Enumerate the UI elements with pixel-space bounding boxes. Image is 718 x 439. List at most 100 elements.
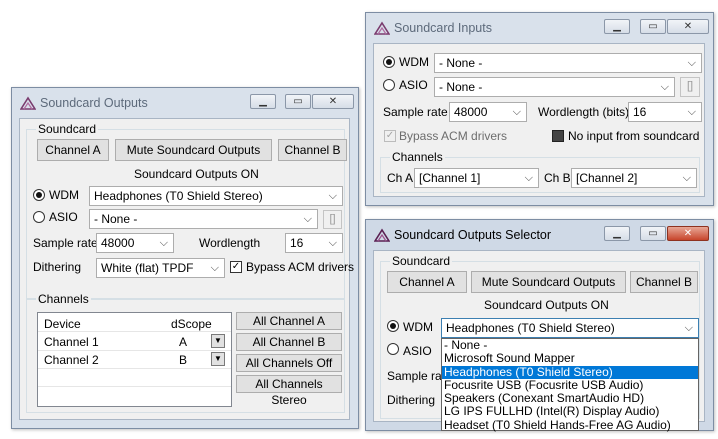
bypass-acm-checkbox[interactable]: ✓ [384,130,396,142]
maximize-button[interactable]: ▭ [285,94,311,109]
chevron-down-icon: ⌵ [524,172,533,184]
all-channel-b-button[interactable]: All Channel B [236,333,342,351]
asio-radio[interactable] [33,211,45,223]
outputs-status: Soundcard Outputs ON [134,167,259,181]
asio-label: ASIO [403,344,432,358]
chevron-down-icon: ⌵ [303,213,312,225]
asio-radio[interactable] [383,79,395,91]
wdm-device-select[interactable]: Headphones (T0 Shield Stereo) ⌵ [441,318,699,338]
chevron-down-icon: ⌵ [684,322,693,334]
dithering-select[interactable]: White (flat) TPDF ⌵ [96,258,225,278]
title-bar[interactable]: Soundcard Outputs ▁ ▭ ✕ [12,88,358,118]
sample-rate-select[interactable]: 48000 ⌵ [449,102,527,122]
close-button[interactable]: ✕ [667,226,709,241]
all-channels-stereo-button[interactable]: All Channels Stereo [236,375,342,407]
radio-checked-dot [386,59,392,65]
wordlength-select[interactable]: 16 ⌵ [628,102,702,122]
channels-group-title: Channels [36,292,91,306]
wdm-device-value: - None - [439,56,483,70]
chevron-down-icon: ⌵ [660,81,669,93]
asio-device-select[interactable]: - None - ⌵ [89,209,318,229]
mute-outputs-button[interactable]: Mute Soundcard Outputs [471,271,626,293]
maximize-icon: ▭ [648,21,658,32]
cha-select[interactable]: [Channel 1] ⌵ [414,168,539,188]
chevron-down-icon: ⌵ [159,237,168,249]
soundcard-inputs-window: Soundcard Inputs ▁ ▭ ✕ WDM - None - ⌵ ASI… [365,12,714,206]
chevron-down-icon: ⌵ [210,262,219,274]
dropdown-option[interactable]: Microsoft Sound Mapper [442,352,698,365]
wdm-label: WDM [403,320,433,334]
channel-b-button[interactable]: Channel B [278,139,347,161]
close-button[interactable]: ✕ [312,94,354,109]
close-icon: ✕ [328,96,338,107]
asio-radio[interactable] [387,343,399,355]
table-row[interactable]: Channel 1 A ▼ [38,332,231,351]
soundcard-group-title: Soundcard [36,122,99,136]
channel-a-button[interactable]: Channel A [37,139,109,161]
cha-value: [Channel 1] [419,171,481,185]
wdm-label: WDM [49,188,79,202]
maximize-button[interactable]: ▭ [640,226,666,241]
maximize-button[interactable]: ▭ [640,19,666,34]
wdm-radio[interactable] [383,56,395,68]
all-channel-a-button[interactable]: All Channel A [236,312,342,330]
title-bar[interactable]: Soundcard Outputs Selector ▁ ▭ ✕ [366,220,713,250]
asio-panel-button[interactable]: [] [323,210,342,229]
window-client: Soundcard Channel A Mute Soundcard Outpu… [373,250,705,431]
row-dscope: A [179,335,188,349]
sample-rate-value: 48000 [101,236,135,250]
window-title: Soundcard Inputs [394,21,492,35]
dropdown-option[interactable]: Speakers (Conexant SmartAudio HD) [442,392,698,405]
wdm-device-select[interactable]: - None - ⌵ [434,53,702,73]
dscope-logo-icon [374,228,390,242]
soundcard-outputs-window: Soundcard Outputs ▁ ▭ ✕ Soundcard Channe… [11,87,359,429]
chevron-down-icon: ⌵ [687,57,696,69]
all-channels-off-button[interactable]: All Channels Off [236,354,342,372]
channel-list[interactable]: Device dScope Channel 1 A ▼ Channel 2 B … [37,312,232,407]
window-client: WDM - None - ⌵ ASIO - None - ⌵ [] Sample r… [373,43,705,197]
window-title: Soundcard Outputs [40,96,148,110]
asio-panel-button[interactable]: [] [680,77,700,97]
table-row[interactable]: Channel 2 B ▼ [38,350,231,369]
title-bar[interactable]: Soundcard Inputs ▁ ▭ ✕ [366,13,713,43]
minimize-button[interactable]: ▁ [250,94,276,109]
wordlength-label: Wordlength (bits) [538,105,630,119]
sample-rate-value: 48000 [454,105,488,119]
row-dropdown-icon[interactable]: ▼ [211,334,225,348]
chevron-down-icon: ⌵ [512,106,521,118]
asio-label: ASIO [49,210,78,224]
sample-rate-label: Sample rate [383,105,448,119]
wdm-device-value: Headphones (T0 Shield Stereo) [94,189,263,203]
dropdown-option[interactable]: - None - [442,338,698,352]
chb-select[interactable]: [Channel 2] ⌵ [571,168,697,188]
dithering-label: Dithering [387,393,436,407]
dscope-logo-icon [20,96,36,110]
dropdown-option-selected[interactable]: Headphones (T0 Shield Stereo) [442,365,698,379]
channels-group-title: Channels [390,150,445,164]
chb-value: [Channel 2] [576,171,638,185]
maximize-icon: ▭ [293,96,303,107]
no-input-label: No input from soundcard [568,129,700,143]
bypass-acm-checkbox[interactable]: ✓ [230,261,242,273]
wdm-radio[interactable] [387,320,399,332]
mute-outputs-button[interactable]: Mute Soundcard Outputs [115,139,272,161]
row-dropdown-icon[interactable]: ▼ [211,352,225,366]
wdm-device-dropdown-list[interactable]: - None - Microsoft Sound Mapper Headphon… [441,338,699,431]
channel-b-button[interactable]: Channel B [630,271,698,293]
wdm-device-select[interactable]: Headphones (T0 Shield Stereo) ⌵ [89,186,343,206]
window-client: Soundcard Channel A Mute Soundcard Outpu… [19,118,354,420]
dropdown-option[interactable]: Focusrite USB (Focusrite USB Audio) [442,378,698,392]
wordlength-select[interactable]: 16 ⌵ [285,233,343,253]
minimize-button[interactable]: ▁ [604,19,630,34]
asio-device-select[interactable]: - None - ⌵ [434,77,675,97]
minimize-button[interactable]: ▁ [604,226,630,241]
minimize-icon: ▁ [259,96,267,107]
no-input-checkbox[interactable] [552,130,564,142]
close-button[interactable]: ✕ [667,19,709,34]
radio-checked-dot [36,192,42,198]
dropdown-option[interactable]: Headset (T0 Shield Hands-Free AG Audio) [442,418,698,432]
sample-rate-select[interactable]: 48000 ⌵ [96,233,174,253]
wdm-radio[interactable] [33,189,45,201]
channel-a-button[interactable]: Channel A [387,271,467,293]
dropdown-option[interactable]: LG IPS FULLHD (Intel(R) Display Audio) [442,405,698,418]
